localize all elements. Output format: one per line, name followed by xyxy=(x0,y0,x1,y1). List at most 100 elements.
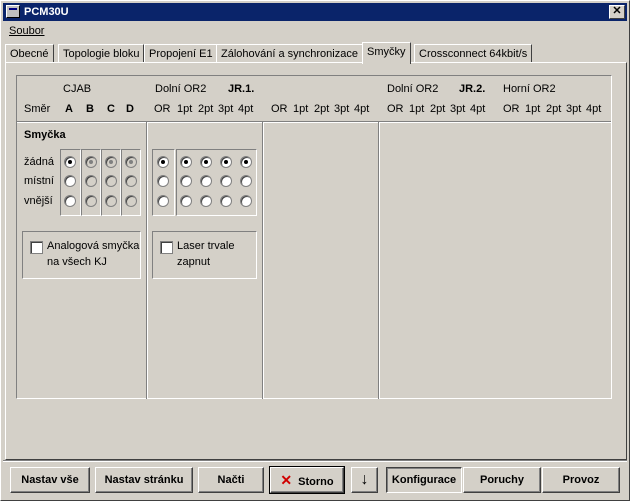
jr2-col-2pt: 2pt xyxy=(430,103,446,115)
col-a: A xyxy=(65,103,73,115)
jr2-col-or: OR xyxy=(387,103,404,115)
laser-label-1: Laser trvale xyxy=(177,240,235,252)
radio-jr1-2pt-mistni[interactable] xyxy=(200,175,212,187)
nacti-label: Načti xyxy=(217,474,245,486)
radio-jr1-1pt-mistni[interactable] xyxy=(180,175,192,187)
radio-jr1-3pt-vnejsi[interactable] xyxy=(220,195,232,207)
jr1-col-4pt: 4pt xyxy=(238,103,254,115)
poruchy-label: Poruchy xyxy=(479,474,524,486)
tab-topologie-bloku[interactable]: Topologie bloku xyxy=(58,44,145,63)
radio-jr1-4pt-mistni[interactable] xyxy=(240,175,252,187)
radio-a-zadna[interactable] xyxy=(64,156,76,168)
radio-jr1-1pt-zadna[interactable] xyxy=(180,156,192,168)
col-d: D xyxy=(126,103,134,115)
jr2h-col-1pt: 1pt xyxy=(525,103,541,115)
tab-smycky[interactable]: Smyčky xyxy=(362,42,411,64)
cancel-x-icon: ✕ xyxy=(280,472,293,488)
analog-loop-label-1: Analogová smyčka xyxy=(47,240,140,252)
mid-col-2pt: 2pt xyxy=(314,103,330,115)
jr2-col-3pt: 3pt xyxy=(450,103,466,115)
tab-strip: Obecné Topologie bloku Propojení E1 Zálo… xyxy=(5,42,627,64)
provoz-button[interactable]: Provoz xyxy=(542,467,620,493)
tab-crossconnect-label: Crossconnect 64kbit/s xyxy=(419,48,528,60)
tab-obecne-label: Obecné xyxy=(10,48,49,60)
jr2h-col-4pt: 4pt xyxy=(586,103,602,115)
jr2h-col-or: OR xyxy=(503,103,520,115)
jr2-col-1pt: 1pt xyxy=(409,103,425,115)
tab-topologie-label: Topologie bloku xyxy=(63,48,140,60)
jr1-title: JR.1. xyxy=(228,83,255,95)
nastav-stranku-label: Nastav stránku xyxy=(104,474,184,486)
jr2-title: JR.2. xyxy=(459,83,486,95)
radio-b-vnejsi[interactable] xyxy=(85,195,97,207)
radio-b-zadna[interactable] xyxy=(85,156,97,168)
smycka-title: Smyčka xyxy=(24,129,66,141)
nastav-vse-button[interactable]: Nastav vše xyxy=(10,467,90,493)
radio-jr1-or-mistni[interactable] xyxy=(157,175,169,187)
smer-label: Směr xyxy=(24,103,51,115)
radio-jr1-2pt-zadna[interactable] xyxy=(200,156,212,168)
radio-jr1-3pt-mistni[interactable] xyxy=(220,175,232,187)
radio-a-mistni[interactable] xyxy=(64,175,76,187)
konfigurace-label: Konfigurace xyxy=(391,474,457,486)
radio-jr1-or-vnejsi[interactable] xyxy=(157,195,169,207)
col-divider-1 xyxy=(146,122,148,399)
row-label-vnejsi: vnější xyxy=(24,195,53,207)
tab-crossconnect[interactable]: Crossconnect 64kbit/s xyxy=(414,44,533,63)
jr2h-col-3pt: 3pt xyxy=(566,103,582,115)
menu-soubor[interactable]: Soubor xyxy=(9,25,44,37)
provoz-label: Provoz xyxy=(562,474,600,486)
radio-jr1-1pt-vnejsi[interactable] xyxy=(180,195,192,207)
tab-smycky-label: Smyčky xyxy=(367,46,406,58)
title-bar[interactable]: PCM30U ✕ xyxy=(3,3,627,21)
row-label-zadna: žádná xyxy=(24,156,54,168)
radio-jr1-3pt-zadna[interactable] xyxy=(220,156,232,168)
radio-jr1-2pt-vnejsi[interactable] xyxy=(200,195,212,207)
mid-col-3pt: 3pt xyxy=(334,103,350,115)
header-divider xyxy=(17,121,611,123)
radio-jr1-4pt-vnejsi[interactable] xyxy=(240,195,252,207)
jr1-col-1pt: 1pt xyxy=(177,103,193,115)
radio-b-mistni[interactable] xyxy=(85,175,97,187)
radio-c-mistni[interactable] xyxy=(105,175,117,187)
radio-d-vnejsi[interactable] xyxy=(125,195,137,207)
radio-a-vnejsi[interactable] xyxy=(64,195,76,207)
radio-jr1-or-zadna[interactable] xyxy=(157,156,169,168)
jr1-col-or: OR xyxy=(154,103,171,115)
tab-zalohovani[interactable]: Zálohování a synchronizace xyxy=(216,44,363,63)
jr1-dolni-or2: Dolní OR2 xyxy=(155,83,207,95)
jr2h-col-2pt: 2pt xyxy=(546,103,562,115)
jr2-dolni-or2: Dolní OR2 xyxy=(387,83,439,95)
radio-jr1-4pt-zadna[interactable] xyxy=(240,156,252,168)
jr2-col-4pt: 4pt xyxy=(470,103,486,115)
poruchy-button[interactable]: Poruchy xyxy=(463,467,541,493)
col-divider-2 xyxy=(262,122,264,399)
cjab-label: CJAB xyxy=(63,83,92,95)
radio-c-zadna[interactable] xyxy=(105,156,117,168)
col-divider-3 xyxy=(378,122,380,399)
jr2-horni-or2: Horní OR2 xyxy=(503,83,556,95)
row-label-mistni: místní xyxy=(24,175,54,187)
main-window: PCM30U ✕ Soubor Obecné Topologie bloku P… xyxy=(0,0,630,501)
tab-propojeni-e1[interactable]: Propojení E1 xyxy=(144,44,218,63)
app-icon xyxy=(6,5,20,18)
radio-d-zadna[interactable] xyxy=(125,156,137,168)
close-button[interactable]: ✕ xyxy=(609,5,625,19)
radio-c-vnejsi[interactable] xyxy=(105,195,117,207)
tab-propojeni-label: Propojení E1 xyxy=(149,48,213,60)
mid-col-1pt: 1pt xyxy=(293,103,309,115)
tab-obecne[interactable]: Obecné xyxy=(5,44,54,63)
menu-soubor-label: Soubor xyxy=(9,25,45,37)
konfigurace-button[interactable]: Konfigurace xyxy=(386,467,462,493)
analog-loop-checkbox[interactable] xyxy=(30,241,43,254)
storno-button[interactable]: ✕ Storno xyxy=(269,466,345,494)
radio-d-mistni[interactable] xyxy=(125,175,137,187)
analog-loop-box xyxy=(22,231,141,279)
window-title: PCM30U xyxy=(24,6,69,18)
nacti-button[interactable]: Načti xyxy=(198,467,264,493)
nastav-vse-label: Nastav vše xyxy=(21,474,79,486)
arrow-down-button[interactable]: ↓ xyxy=(351,467,378,493)
jr1-col-3pt: 3pt xyxy=(218,103,234,115)
nastav-stranku-button[interactable]: Nastav stránku xyxy=(95,467,193,493)
laser-checkbox[interactable] xyxy=(160,241,173,254)
